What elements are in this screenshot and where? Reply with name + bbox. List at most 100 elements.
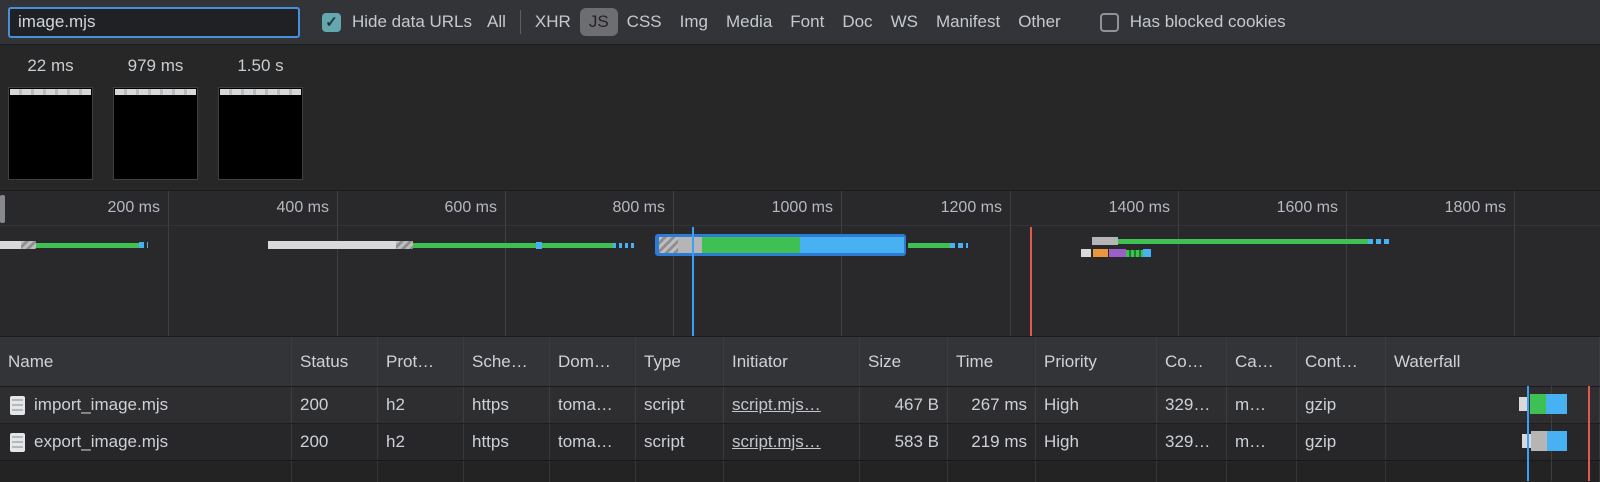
column-header-connection[interactable]: Co… (1157, 337, 1227, 386)
status-cell[interactable]: 200 (292, 387, 378, 423)
waterfall-bar-segment[interactable] (1546, 394, 1567, 414)
initiator-cell[interactable]: script.mjs… (724, 424, 860, 460)
hide-data-urls-checkbox[interactable]: ✓ (322, 13, 341, 32)
filter-pill-doc[interactable]: Doc (833, 8, 881, 36)
overview-request-bar-segment[interactable] (1093, 249, 1108, 257)
overview-label-separator (0, 225, 1600, 226)
column-header-protocol[interactable]: Prot… (378, 337, 464, 386)
overview-request-bar-segment[interactable] (702, 237, 800, 253)
column-header-time[interactable]: Time (948, 337, 1036, 386)
overview-request-bar-segment[interactable] (0, 241, 21, 249)
overview-request-bar-segment[interactable] (396, 241, 413, 249)
size-cell[interactable]: 583 B (860, 424, 948, 460)
filter-pill-media[interactable]: Media (717, 8, 781, 36)
cache-cell[interactable]: m… (1227, 424, 1297, 460)
overview-request-bar-segment[interactable] (36, 243, 139, 248)
overview-request-bar-segment[interactable] (800, 237, 904, 253)
overview-request-bar-segment[interactable] (659, 237, 678, 253)
cache-cell[interactable]: m… (1227, 387, 1297, 423)
filter-pill-ws[interactable]: WS (882, 8, 927, 36)
time-cell[interactable]: 267 ms (948, 387, 1036, 423)
filter-pill-manifest[interactable]: Manifest (927, 8, 1009, 36)
filmstrip-frame[interactable]: 1.50 s (218, 45, 303, 180)
overview-request-bar-segment[interactable] (1092, 237, 1118, 245)
type-cell[interactable]: script (636, 424, 724, 460)
column-header-status[interactable]: Status (292, 337, 378, 386)
size-cell[interactable]: 467 B (860, 387, 948, 423)
filmstrip-frame[interactable]: 22 ms (8, 45, 93, 180)
protocol-cell[interactable]: h2 (378, 387, 464, 423)
type-cell[interactable]: script (636, 387, 724, 423)
column-header-name[interactable]: Name (0, 337, 292, 386)
overview-request-bar-segment[interactable] (268, 241, 396, 249)
table-row[interactable]: export_image.mjs 200 h2 https toma… scri… (0, 424, 1600, 461)
column-header-type[interactable]: Type (636, 337, 724, 386)
table-row[interactable]: import_image.mjs 200 h2 https toma… scri… (0, 387, 1600, 424)
column-header-size[interactable]: Size (860, 337, 948, 386)
overview-request-bar-segment[interactable] (1109, 249, 1126, 257)
priority-cell[interactable]: High (1036, 387, 1157, 423)
column-header-domain[interactable]: Dom… (550, 337, 636, 386)
frame-timestamp: 979 ms (113, 45, 198, 87)
filter-pill-css[interactable]: CSS (618, 8, 671, 36)
overview-request-bar-segment[interactable] (1118, 239, 1368, 244)
filter-pill-all[interactable]: All (478, 8, 515, 36)
overview-request-bar-segment[interactable] (950, 243, 968, 248)
connection-cell[interactable]: 329… (1157, 424, 1227, 460)
domain-cell[interactable]: toma… (550, 387, 636, 423)
initiator-link[interactable]: script.mjs… (732, 395, 821, 415)
has-blocked-cookies-checkbox[interactable] (1100, 13, 1119, 32)
filter-pill-js[interactable]: JS (580, 8, 618, 36)
time-cell[interactable]: 219 ms (948, 424, 1036, 460)
timeline-tick-label: 1600 ms (1260, 199, 1338, 217)
protocol-cell[interactable]: h2 (378, 424, 464, 460)
status-cell[interactable]: 200 (292, 424, 378, 460)
hide-data-urls-label[interactable]: Hide data URLs (352, 12, 472, 32)
overview-request-bar-segment[interactable] (678, 237, 702, 253)
waterfall-bar-segment[interactable] (1531, 431, 1547, 451)
request-name-cell[interactable]: export_image.mjs (0, 424, 292, 460)
overview-request-bar-segment[interactable] (21, 241, 36, 249)
table-header-row: Name Status Prot… Sche… Dom… Type Initia… (0, 337, 1600, 387)
overview-request-bar-segment[interactable] (1143, 249, 1151, 257)
initiator-link[interactable]: script.mjs… (732, 432, 821, 452)
domain-cell[interactable]: toma… (550, 424, 636, 460)
content-encoding-cell[interactable]: gzip (1297, 424, 1386, 460)
filmstrip-frame[interactable]: 979 ms (113, 45, 198, 180)
filter-pill-img[interactable]: Img (671, 8, 717, 36)
column-header-priority[interactable]: Priority (1036, 337, 1157, 386)
filter-pill-xhr[interactable]: XHR (526, 8, 580, 36)
column-header-content-encoding[interactable]: Cont… (1297, 337, 1386, 386)
overview-request-bar-segment[interactable] (1081, 249, 1091, 257)
overview-request-bar-segment[interactable] (613, 243, 637, 248)
overview-request-bar-segment[interactable] (536, 242, 542, 249)
has-blocked-cookies-label[interactable]: Has blocked cookies (1130, 12, 1286, 32)
overview-request-bar-segment[interactable] (908, 243, 950, 248)
overview-request-bar-segment[interactable] (1368, 239, 1392, 244)
filter-pill-other[interactable]: Other (1009, 8, 1070, 36)
connection-cell[interactable]: 329… (1157, 387, 1227, 423)
scheme-cell[interactable]: https (464, 387, 550, 423)
initiator-cell[interactable]: script.mjs… (724, 387, 860, 423)
overview-request-bar-segment[interactable] (413, 243, 613, 248)
overview-request-bar-segment[interactable] (1126, 250, 1143, 257)
priority-cell[interactable]: High (1036, 424, 1157, 460)
column-header-scheme[interactable]: Sche… (464, 337, 550, 386)
request-name: import_image.mjs (34, 395, 168, 415)
column-header-initiator[interactable]: Initiator (724, 337, 860, 386)
scheme-cell[interactable]: https (464, 424, 550, 460)
network-overview-timeline[interactable]: 200 ms400 ms600 ms800 ms1000 ms1200 ms14… (0, 190, 1600, 337)
waterfall-bar-segment[interactable] (1530, 394, 1546, 414)
filter-input[interactable] (8, 7, 300, 38)
frame-thumbnail[interactable] (218, 87, 303, 180)
waterfall-bar-segment[interactable] (1547, 431, 1567, 451)
overview-request-bar-segment[interactable] (139, 242, 148, 248)
frame-thumbnail[interactable] (8, 87, 93, 180)
column-header-cache[interactable]: Ca… (1227, 337, 1297, 386)
timeline-tick-label: 1000 ms (755, 199, 833, 217)
frame-thumbnail[interactable] (113, 87, 198, 180)
filter-pill-font[interactable]: Font (781, 8, 833, 36)
content-encoding-cell[interactable]: gzip (1297, 387, 1386, 423)
request-name-cell[interactable]: import_image.mjs (0, 387, 292, 423)
timeline-gridline (337, 191, 338, 336)
